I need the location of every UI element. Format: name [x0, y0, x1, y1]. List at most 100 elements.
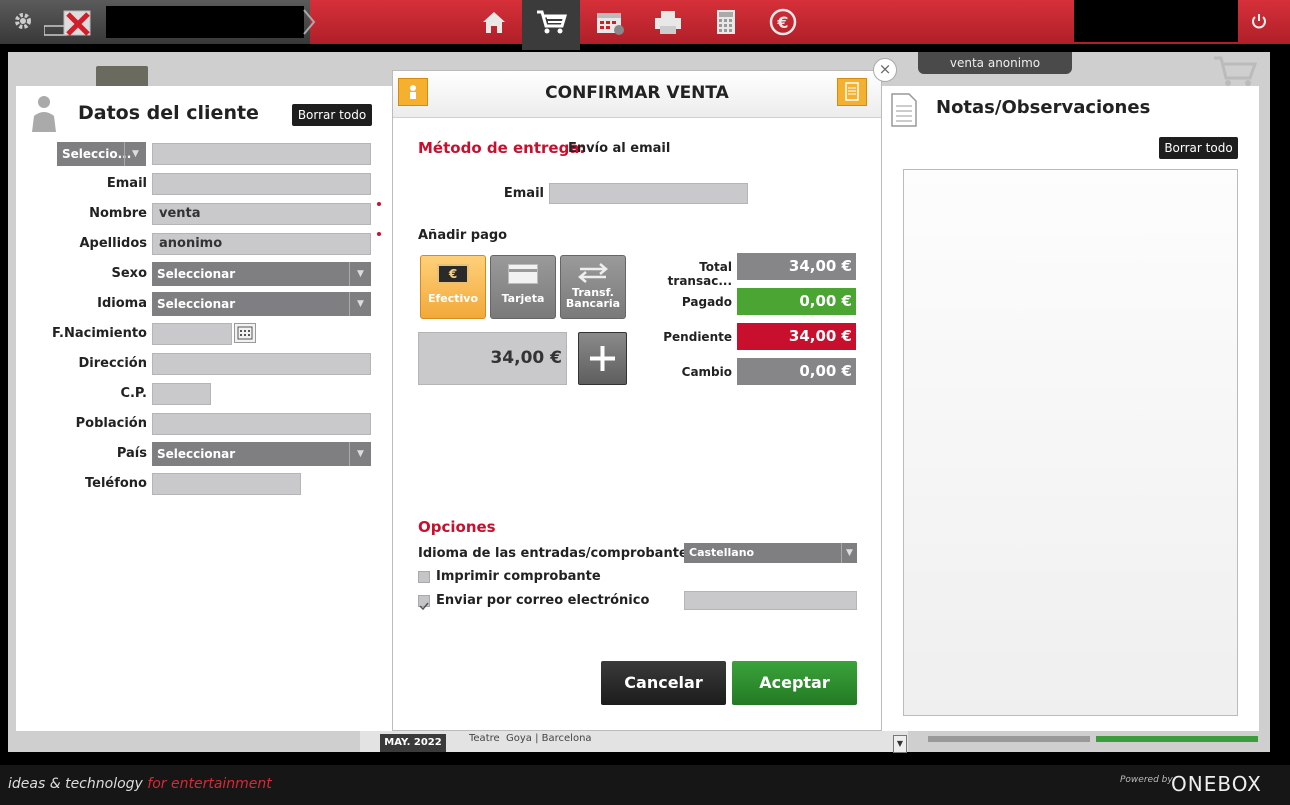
notes-clear-button[interactable]: Borrar todo	[1159, 137, 1238, 159]
person-icon	[30, 94, 58, 132]
background-avatar	[96, 66, 148, 88]
apellidos-field[interactable]: anonimo	[152, 233, 371, 255]
background-bar-green	[1096, 736, 1258, 742]
user-badge: venta anonimo	[918, 52, 1072, 74]
cash-icon: €	[437, 264, 469, 284]
nombre-label: Nombre	[89, 206, 147, 221]
pais-select[interactable]: Seleccionar ▼	[152, 442, 371, 466]
calendar-icon[interactable]	[590, 4, 630, 40]
footer-tagline: ideas & technology for entertainment	[8, 776, 272, 792]
id-number-field[interactable]	[152, 143, 371, 165]
id-type-select[interactable]: Seleccio... ▼	[57, 142, 146, 166]
apellidos-label: Apellidos	[79, 236, 147, 251]
id-type-select-value: Seleccio...	[62, 147, 132, 161]
card-icon	[508, 264, 538, 284]
customer-panel-title: Datos del cliente	[78, 102, 259, 124]
ticket-language-label: Idioma de las entradas/comprobante	[418, 546, 688, 561]
poblacion-label: Población	[75, 416, 147, 431]
powered-by-text: Powered by	[1120, 775, 1173, 785]
power-icon[interactable]	[1250, 12, 1268, 30]
event-venue-text: Teatre Goya | Barcelona	[469, 733, 592, 744]
euro-icon[interactable]: €	[763, 4, 803, 40]
telefono-field[interactable]	[152, 473, 301, 495]
onebox-logo: ONEBOX	[1171, 772, 1262, 796]
notes-textarea[interactable]	[903, 169, 1238, 716]
direccion-field[interactable]	[152, 353, 371, 375]
cart-icon[interactable]	[531, 4, 571, 40]
idioma-select[interactable]: Seleccionar ▼	[152, 292, 371, 316]
sexo-select-value: Seleccionar	[157, 267, 236, 281]
redacted-area-left	[106, 6, 304, 38]
chevron-down-icon: ▼	[124, 142, 146, 166]
total-value: 34,00 €	[737, 253, 856, 280]
pais-label: País	[116, 446, 147, 461]
ticket-language-select[interactable]: Castellano ▼	[684, 543, 857, 563]
nombre-field[interactable]: venta	[152, 203, 371, 225]
settings-gear-icon[interactable]	[12, 10, 34, 32]
nombre-value: venta	[159, 206, 201, 221]
paid-label: Pagado	[681, 295, 732, 309]
user-badge-text: venta anonimo	[949, 56, 1041, 70]
delivery-method-value: Envío al email	[568, 141, 671, 156]
payment-amount-field[interactable]: 34,00 €	[418, 332, 567, 385]
transfer-arrows-icon	[576, 262, 610, 284]
email-label: Email	[106, 176, 147, 191]
footer-tagline-suffix: for entertainment	[147, 776, 272, 792]
disconnected-device-icon[interactable]	[43, 8, 98, 38]
required-marker	[377, 202, 381, 206]
breadcrumb-arrow-icon	[302, 8, 316, 36]
change-value: 0,00 €	[737, 358, 856, 385]
change-label: Cambio	[681, 365, 732, 379]
pay-method-card[interactable]: Tarjeta	[490, 255, 556, 319]
footer-tagline-prefix: ideas & technology	[8, 776, 143, 792]
background-bar-gray	[928, 736, 1090, 742]
delivery-method-label: Método de entrega:	[418, 139, 586, 157]
pay-method-card-label: Tarjeta	[501, 292, 545, 305]
accept-button[interactable]: Aceptar	[732, 661, 857, 705]
send-email-field[interactable]	[684, 591, 857, 610]
document-icon	[890, 92, 918, 128]
payment-amount-value: 34,00 €	[490, 348, 562, 368]
close-icon[interactable]: ×	[873, 58, 897, 82]
cp-label: C.P.	[120, 386, 147, 401]
pay-method-transfer-label-2: Bancaria	[565, 297, 621, 310]
options-title: Opciones	[418, 518, 496, 536]
home-icon[interactable]	[474, 4, 514, 40]
chevron-down-icon: ▼	[349, 262, 371, 286]
pay-method-transfer[interactable]: Transf. Bancaria	[560, 255, 626, 319]
fnacimiento-field[interactable]	[152, 323, 232, 345]
send-email-label: Enviar por correo electrónico	[436, 593, 650, 608]
pending-label: Pendiente	[663, 330, 732, 344]
chevron-down-icon: ▼	[841, 543, 857, 563]
sexo-label: Sexo	[111, 266, 148, 281]
poblacion-field[interactable]	[152, 413, 371, 435]
background-dropdown-arrow: ▼	[893, 735, 907, 753]
email-field[interactable]	[152, 173, 371, 195]
notes-toggle-icon[interactable]	[837, 78, 867, 106]
idioma-select-value: Seleccionar	[157, 297, 236, 311]
printer-icon[interactable]	[648, 4, 688, 40]
pending-value: 34,00 €	[737, 323, 856, 350]
sexo-select[interactable]: Seleccionar ▼	[152, 262, 371, 286]
customer-clear-button[interactable]: Borrar todo	[292, 104, 372, 126]
fnacimiento-label: F.Nacimiento	[52, 326, 147, 341]
confirm-email-label: Email	[503, 186, 544, 201]
cp-field[interactable]	[152, 383, 211, 405]
total-label: Total transac...	[667, 260, 732, 288]
cancel-button[interactable]: Cancelar	[601, 661, 726, 705]
pais-select-value: Seleccionar	[157, 447, 236, 461]
pay-method-cash[interactable]: € Efectivo	[420, 255, 486, 319]
add-payment-button[interactable]	[578, 332, 627, 385]
print-receipt-label: Imprimir comprobante	[436, 569, 601, 584]
print-receipt-checkbox[interactable]	[418, 571, 430, 583]
calculator-icon[interactable]	[706, 4, 746, 40]
notes-panel-title: Notas/Observaciones	[936, 97, 1151, 118]
confirm-sale-title: CONFIRMAR VENTA	[545, 83, 729, 103]
send-email-checkbox[interactable]	[418, 595, 430, 611]
pay-method-cash-label: Efectivo	[427, 292, 479, 305]
required-marker	[377, 232, 381, 236]
confirm-email-field[interactable]	[549, 183, 748, 204]
apellidos-value: anonimo	[159, 236, 223, 251]
calendar-picker-icon[interactable]	[234, 323, 256, 343]
checkmark-icon	[419, 602, 429, 611]
